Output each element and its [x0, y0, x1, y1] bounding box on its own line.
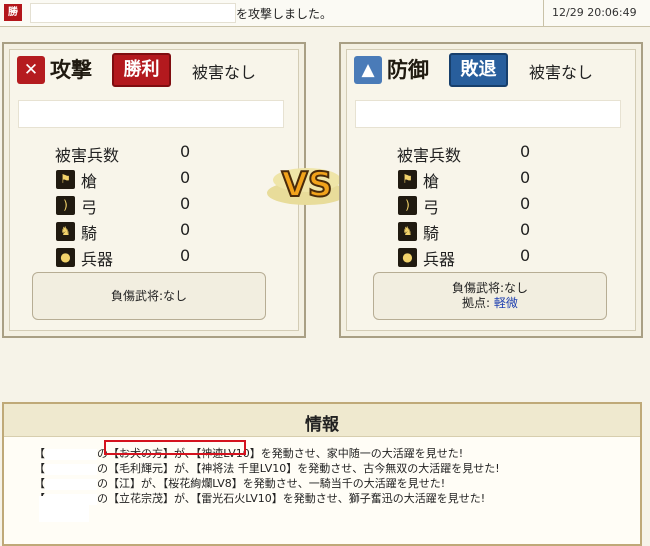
defender-damage-summary: 被害なし [529, 63, 594, 82]
vs-text: VS [282, 165, 333, 205]
defender-base-damage: 拠点: 軽微 [374, 296, 606, 311]
player-name-redacted [45, 448, 97, 460]
defender-unit-bow-value: 0 [520, 194, 531, 213]
battle-timestamp: 12/29 20:06:49 [552, 6, 637, 19]
defender-panel: ▲ 防御 敗退 被害なし 被害兵数 0 ⚑ 槍 0 ) 弓 0 ♞ 騎 0 ● … [339, 42, 643, 338]
defender-unit-siege-value: 0 [520, 246, 531, 265]
defender-casualties-value: 0 [520, 142, 531, 161]
defender-unit-cavalry-value: 0 [520, 220, 531, 239]
attacker-unit-spear-label: 槍 [81, 172, 98, 191]
defender-unit-siege-label: 兵器 [423, 250, 456, 269]
base-damage-label: 拠点: [462, 296, 491, 310]
spear-icon: ⚑ [56, 170, 75, 189]
attacker-panel: ✕ 攻撃 勝利 被害なし 被害兵数 0 ⚑ 槍 0 ) 弓 0 ♞ 騎 0 ● … [2, 42, 306, 338]
attacker-injury-box: 負傷武将:なし [32, 272, 266, 320]
log-line: 【の【毛利輝元】が、【神将法 千里LV10】を発動させ、古今無双の大活躍を見せた… [34, 462, 500, 475]
defender-injury-box: 負傷武将:なし 拠点: 軽微 [373, 272, 607, 320]
redacted-block [39, 496, 89, 522]
attack-message: を攻撃しました。 [236, 7, 333, 21]
log-line: 【の【江】が、【桜花絢爛LV8】を発動させ、一騎当千の大活躍を見せた! [34, 477, 446, 490]
victory-badge: 勝利 [112, 53, 171, 87]
attacker-unit-cavalry-label: 騎 [81, 224, 98, 243]
player-name-redacted [45, 463, 97, 475]
attacker-injury-text: 負傷武将:なし [110, 289, 188, 303]
defeat-badge: 敗退 [449, 53, 508, 87]
horse-icon: ♞ [398, 222, 417, 241]
target-name-redacted [30, 3, 236, 23]
horse-icon: ♞ [56, 222, 75, 241]
defender-label: 防御 [387, 57, 429, 82]
attacker-damage-summary: 被害なし [192, 63, 257, 82]
attacker-unit-bow-label: 弓 [81, 198, 98, 217]
crossed-swords-icon: ✕ [17, 56, 45, 84]
player-name-redacted [45, 478, 97, 490]
attacker-unit-bow-value: 0 [180, 194, 191, 213]
siege-weapon-icon: ● [56, 248, 75, 267]
attacker-commander-redacted [18, 100, 284, 128]
highlight-box [104, 440, 246, 455]
vs-emblem: VS [267, 164, 347, 206]
info-panel: 情報 【の【お犬の方】が、【神速LV10】を発動させ、家中随一の大活躍を見せた!… [2, 402, 642, 546]
attacker-unit-cavalry-value: 0 [180, 220, 191, 239]
spear-icon: ⚑ [398, 170, 417, 189]
win-badge: 勝 [4, 4, 22, 21]
info-header: 情報 [4, 404, 640, 437]
attacker-unit-siege-value: 0 [180, 246, 191, 265]
defender-commander-redacted [355, 100, 621, 128]
bow-icon: ) [398, 196, 417, 215]
attacker-casualties-value: 0 [180, 142, 191, 161]
attacker-label: 攻撃 [50, 57, 92, 82]
defender-unit-bow-label: 弓 [423, 198, 440, 217]
defender-injury-text: 負傷武将:なし [451, 281, 529, 295]
bow-icon: ) [56, 196, 75, 215]
defender-unit-spear-value: 0 [520, 168, 531, 187]
log-line: 【の【立花宗茂】が、【雷光石火LV10】を発動させ、獅子奮迅の大活躍を見せた! [34, 490, 485, 506]
siege-weapon-icon: ● [398, 248, 417, 267]
base-damage-value: 軽微 [493, 296, 518, 310]
info-title: 情報 [305, 415, 339, 435]
helmet-icon: ▲ [354, 56, 382, 84]
defender-unit-spear-label: 槍 [423, 172, 440, 191]
attacker-casualties-label: 被害兵数 [55, 146, 120, 165]
defender-casualties-label: 被害兵数 [397, 146, 462, 165]
divider [543, 0, 544, 26]
battle-notification-bar: 勝 を攻撃しました。 12/29 20:06:49 [0, 0, 650, 27]
defender-unit-cavalry-label: 騎 [423, 224, 440, 243]
attacker-unit-siege-label: 兵器 [81, 250, 114, 269]
log-line: 【の【お犬の方】が、【神速LV10】を発動させ、家中随一の大活躍を見せた! [34, 447, 464, 460]
attacker-unit-spear-value: 0 [180, 168, 191, 187]
